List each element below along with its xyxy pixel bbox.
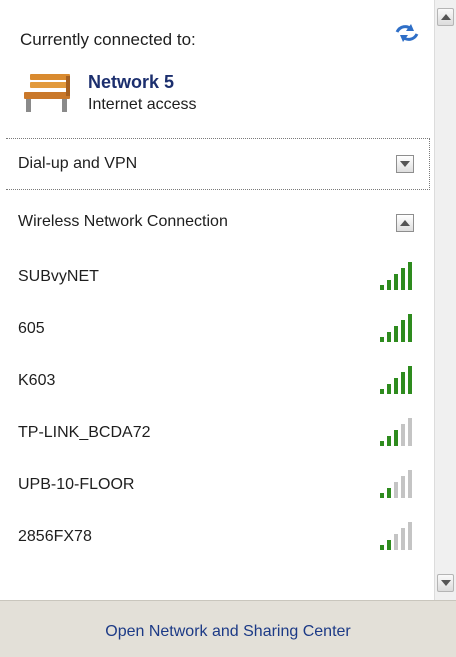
network-item-name: 2856FX78 [18, 528, 92, 545]
signal-strength-icon [380, 314, 412, 342]
signal-bar [401, 476, 405, 498]
signal-bar [394, 534, 398, 550]
signal-bar [401, 372, 405, 394]
dialup-vpn-section[interactable]: Dial-up and VPN [6, 138, 430, 190]
network-item-name: K603 [18, 372, 56, 389]
signal-bar [408, 314, 412, 342]
signal-bar [387, 332, 391, 342]
signal-bar [401, 268, 405, 290]
signal-bar [394, 378, 398, 394]
scrollbar[interactable] [434, 0, 456, 600]
wireless-section-label: Wireless Network Connection [18, 213, 228, 230]
signal-bar [408, 366, 412, 394]
signal-strength-icon [380, 418, 412, 446]
signal-strength-icon [380, 522, 412, 550]
signal-bar [401, 528, 405, 550]
wireless-collapse-button[interactable] [396, 214, 414, 232]
signal-bar [380, 441, 384, 446]
network-item[interactable]: TP-LINK_BCDA72 [0, 414, 434, 454]
signal-bar [394, 430, 398, 446]
chevron-down-icon [400, 161, 410, 167]
network-item[interactable]: 605 [0, 310, 434, 350]
connected-label: Currently connected to: [20, 30, 196, 49]
current-network-name: Network 5 [88, 72, 175, 92]
scroll-down-button[interactable] [437, 574, 454, 592]
network-item[interactable]: SUBvyNET [0, 258, 434, 298]
chevron-up-icon [400, 220, 410, 226]
signal-bar [380, 389, 384, 394]
open-network-sharing-center-link[interactable]: Open Network and Sharing Center [0, 623, 456, 641]
network-item-name: TP-LINK_BCDA72 [18, 424, 151, 441]
signal-bar [380, 337, 384, 342]
network-item[interactable]: UPB-10-FLOOR [0, 466, 434, 506]
signal-bar [387, 280, 391, 290]
signal-bar [394, 326, 398, 342]
dialup-vpn-expand-button[interactable] [396, 155, 414, 173]
signal-bar [401, 320, 405, 342]
arrow-down-icon [440, 580, 451, 586]
signal-bar [380, 545, 384, 550]
signal-strength-icon [380, 262, 412, 290]
network-flyout-panel: Currently connected to: Network 5 Intern… [0, 0, 434, 600]
network-item-name: 605 [18, 320, 45, 337]
current-network-status: Internet access [88, 96, 197, 113]
signal-bar [380, 493, 384, 498]
signal-bar [394, 274, 398, 290]
signal-bar [387, 384, 391, 394]
signal-bar [408, 262, 412, 290]
signal-strength-icon [380, 366, 412, 394]
bench-icon [22, 70, 76, 114]
arrow-up-icon [440, 14, 451, 20]
signal-bar [408, 418, 412, 446]
refresh-icon[interactable] [392, 22, 422, 44]
scroll-up-button[interactable] [437, 8, 454, 26]
signal-bar [394, 482, 398, 498]
signal-strength-icon [380, 470, 412, 498]
signal-bar [408, 522, 412, 550]
signal-bar [408, 470, 412, 498]
signal-bar [401, 424, 405, 446]
network-item[interactable]: K603 [0, 362, 434, 402]
signal-bar [380, 285, 384, 290]
signal-bar [387, 436, 391, 446]
signal-bar [387, 540, 391, 550]
network-item[interactable]: 2856FX78 [0, 518, 434, 558]
network-item-name: UPB-10-FLOOR [18, 476, 135, 493]
signal-bar [387, 488, 391, 498]
network-item-name: SUBvyNET [18, 268, 99, 285]
dialup-vpn-label: Dial-up and VPN [18, 155, 138, 172]
footer-bar: Open Network and Sharing Center [0, 600, 456, 657]
